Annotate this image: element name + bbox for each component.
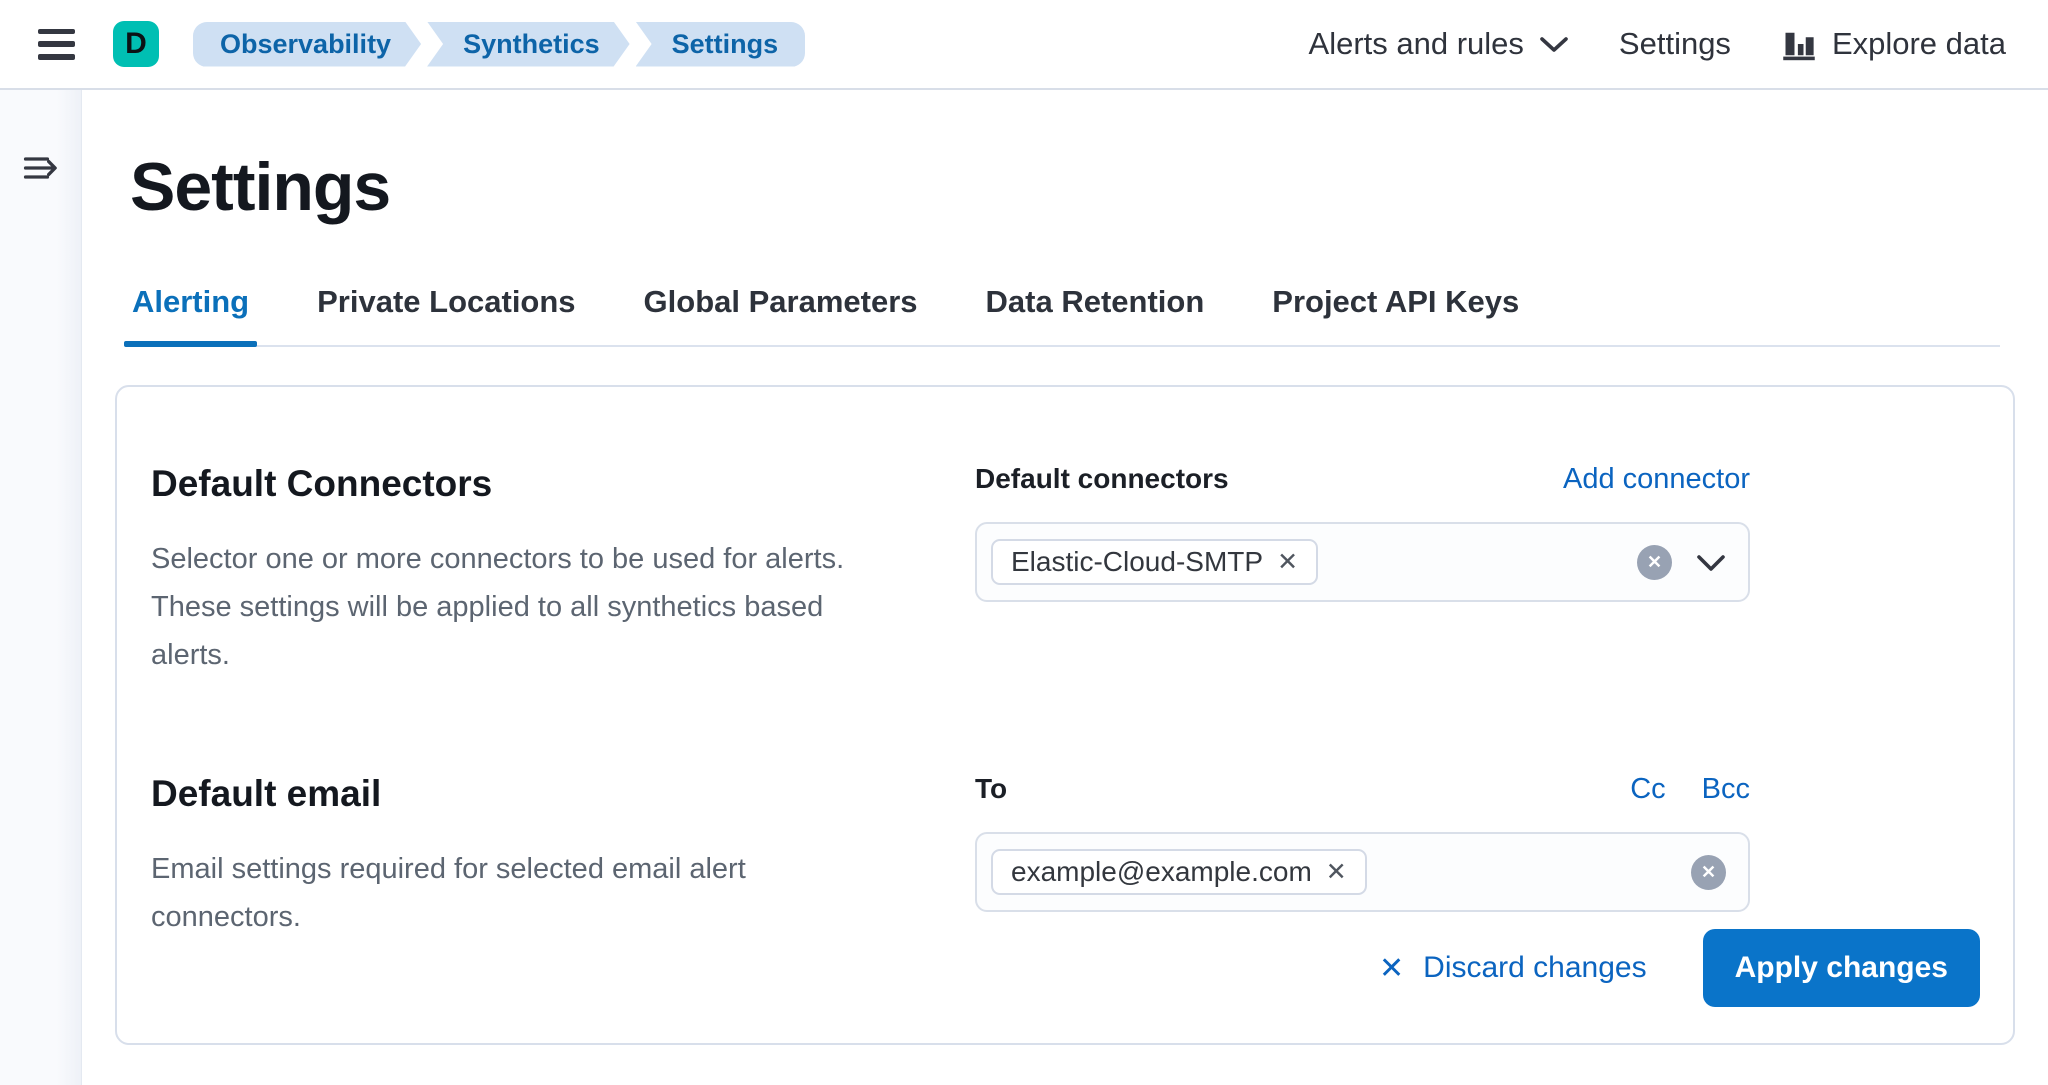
apply-changes-button[interactable]: Apply changes — [1703, 929, 1980, 1007]
to-email-combobox[interactable]: example@example.com ✕ ✕ — [975, 832, 1750, 912]
main-content: Settings Alerting Private Locations Glob… — [82, 90, 2048, 1085]
alerts-and-rules-label: Alerts and rules — [1309, 26, 1524, 62]
expand-nav-icon[interactable] — [23, 152, 59, 184]
tab-global-parameters[interactable]: Global Parameters — [642, 284, 920, 345]
collapsed-nav-sidebar — [0, 90, 82, 1085]
email-pill-label: example@example.com — [1011, 856, 1312, 888]
breadcrumb-observability[interactable]: Observability — [193, 22, 421, 67]
header-settings-label: Settings — [1619, 26, 1731, 62]
remove-email-icon[interactable]: ✕ — [1326, 860, 1347, 885]
bar-chart-icon — [1781, 26, 1817, 62]
deployment-avatar[interactable]: D — [113, 21, 159, 67]
clear-emails-icon[interactable]: ✕ — [1691, 855, 1726, 890]
page-title: Settings — [130, 148, 2000, 226]
tab-project-api-keys[interactable]: Project API Keys — [1270, 284, 1521, 345]
add-connector-link[interactable]: Add connector — [1563, 463, 1750, 496]
tab-data-retention[interactable]: Data Retention — [984, 284, 1207, 345]
discard-x-icon: ✕ — [1379, 951, 1404, 986]
default-email-heading: Default email — [151, 773, 935, 815]
explore-data-link[interactable]: Explore data — [1781, 26, 2006, 62]
chevron-down-icon — [1539, 35, 1569, 53]
tab-private-locations[interactable]: Private Locations — [315, 284, 577, 345]
breadcrumb: Observability Synthetics Settings — [193, 22, 805, 67]
explore-data-label: Explore data — [1832, 26, 2006, 62]
default-connectors-description: Selector one or more connectors to be us… — [151, 535, 866, 679]
bcc-link[interactable]: Bcc — [1702, 773, 1750, 806]
menu-hamburger-icon[interactable] — [38, 29, 75, 60]
panel-actions: ✕ Discard changes Apply changes — [1379, 929, 1980, 1007]
connector-pill-label: Elastic-Cloud-SMTP — [1011, 546, 1263, 578]
default-email-description: Email settings required for selected ema… — [151, 845, 866, 941]
breadcrumb-settings[interactable]: Settings — [636, 22, 806, 67]
connector-pill: Elastic-Cloud-SMTP ✕ — [991, 539, 1318, 585]
connectors-chevron-down-icon[interactable] — [1696, 553, 1726, 572]
cc-link[interactable]: Cc — [1630, 773, 1665, 806]
header-nav: Alerts and rules Settings Explore data — [1309, 26, 2006, 62]
default-connectors-combobox[interactable]: Elastic-Cloud-SMTP ✕ ✕ — [975, 522, 1750, 602]
remove-connector-icon[interactable]: ✕ — [1277, 550, 1298, 575]
to-field-label: To — [975, 773, 1007, 805]
alerts-and-rules-menu[interactable]: Alerts and rules — [1309, 26, 1569, 62]
breadcrumb-synthetics[interactable]: Synthetics — [427, 22, 630, 67]
clear-connectors-icon[interactable]: ✕ — [1637, 545, 1672, 580]
header-settings-link[interactable]: Settings — [1619, 26, 1731, 62]
discard-changes-label: Discard changes — [1423, 951, 1646, 985]
default-email-row: Default email Email settings required fo… — [151, 773, 1980, 941]
email-pill: example@example.com ✕ — [991, 849, 1367, 895]
default-connectors-row: Default Connectors Selector one or more … — [151, 463, 1980, 679]
discard-changes-button[interactable]: ✕ Discard changes — [1379, 951, 1647, 986]
settings-tabs: Alerting Private Locations Global Parame… — [130, 284, 2000, 347]
default-connectors-field-label: Default connectors — [975, 463, 1229, 495]
alerting-settings-panel: Default Connectors Selector one or more … — [115, 385, 2015, 1045]
top-header: D Observability Synthetics Settings Aler… — [0, 0, 2048, 90]
tab-alerting[interactable]: Alerting — [130, 284, 251, 345]
default-connectors-heading: Default Connectors — [151, 463, 935, 505]
